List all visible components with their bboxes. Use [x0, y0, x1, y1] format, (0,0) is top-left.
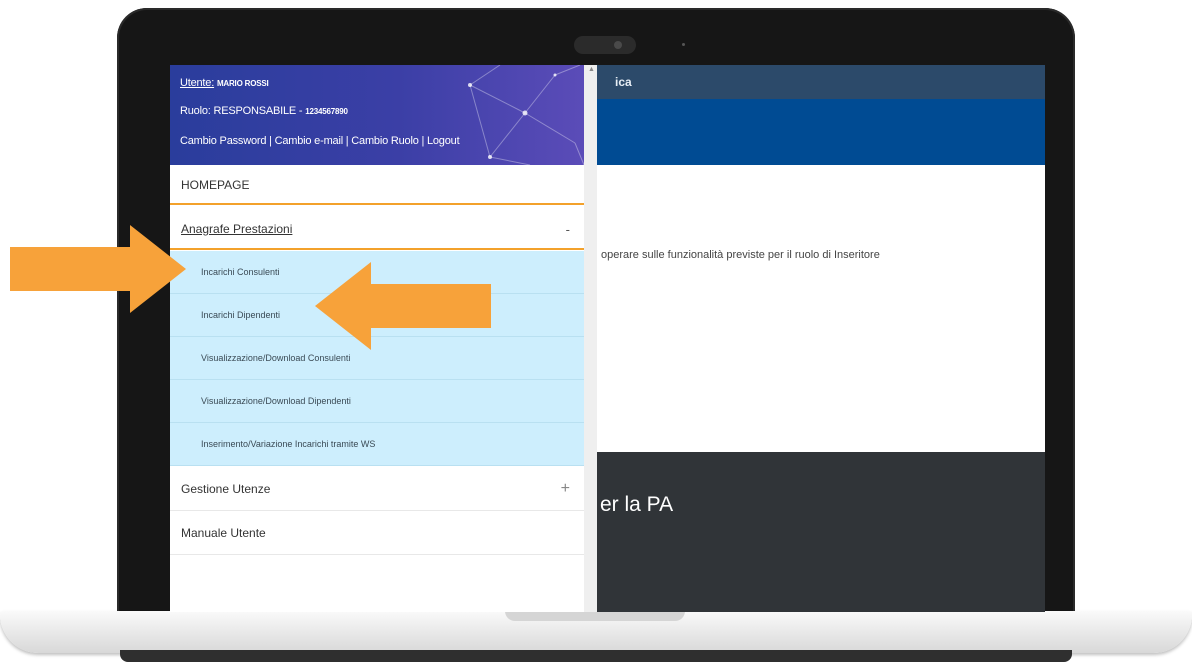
account-links[interactable]: Cambio Password | Cambio e-mail | Cambio… [180, 135, 460, 147]
menu-label: Gestione Utenze [181, 482, 271, 496]
scroll-up-icon[interactable]: ▲ [588, 66, 595, 73]
right-arrow-icon [10, 225, 186, 313]
user-header: Utente: MARIO ROSSI Ruolo: RESPONSABILE … [170, 65, 584, 165]
laptop-screen: ica operare sulle funzionalità previste … [170, 65, 1045, 612]
app-footer-title: er la PA [600, 493, 674, 516]
menu-item-homepage[interactable]: HOMEPAGE [170, 165, 584, 205]
submenu-item-inserimento-ws[interactable]: Inserimento/Variazione Incarichi tramite… [170, 423, 584, 466]
laptop-foot [120, 650, 1072, 662]
menu-label: Manuale Utente [181, 526, 266, 540]
menu-item-manuale-utente[interactable]: Manuale Utente [170, 511, 584, 555]
expand-icon[interactable]: + [561, 480, 570, 498]
menu-label: Anagrafe Prestazioni [181, 222, 293, 236]
menu-item-anagrafe-prestazioni[interactable]: Anagrafe Prestazioni - [170, 206, 584, 250]
webcam [574, 36, 636, 54]
user-role: RESPONSABILE - [213, 105, 303, 117]
user-name: MARIO ROSSI [216, 79, 269, 88]
sidebar-scrollbar[interactable]: ▲ [584, 65, 597, 612]
user-name-line: Utente: MARIO ROSSI [180, 77, 269, 89]
menu-item-gestione-utenze[interactable]: Gestione Utenze + [170, 466, 584, 511]
submenu-item-download-dipendenti[interactable]: Visualizzazione/Download Dipendenti [170, 380, 584, 423]
menu-label: HOMEPAGE [181, 178, 250, 192]
webcam-indicator [682, 43, 685, 46]
collapse-icon[interactable]: - [566, 222, 570, 237]
app-welcome-text: operare sulle funzionalità previste per … [601, 249, 880, 261]
user-role-line: Ruolo: RESPONSABILE - 1234567890 [180, 105, 348, 117]
user-role-code: 1234567890 [305, 107, 348, 116]
laptop-notch [505, 611, 685, 621]
app-topbar-title: ica [615, 75, 632, 89]
left-arrow-icon [315, 262, 491, 350]
